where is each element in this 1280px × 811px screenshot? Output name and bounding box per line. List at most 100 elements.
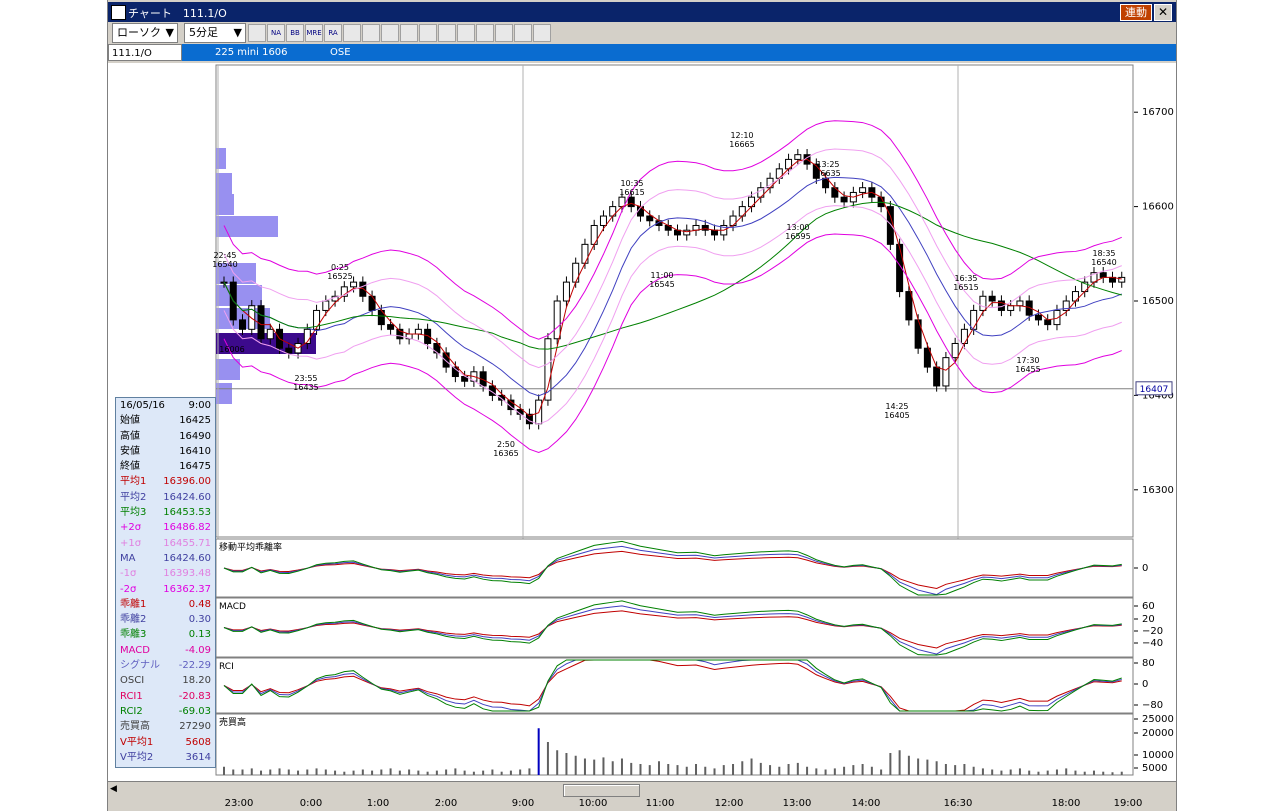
- x-tick-label: 14:00: [851, 798, 881, 809]
- annotation-price: 16615: [619, 188, 644, 197]
- volume-bar: [648, 765, 651, 775]
- ra-icon[interactable]: RA: [324, 24, 342, 42]
- annotation-price: 16665: [729, 140, 754, 149]
- volume-bar: [972, 766, 975, 775]
- candle-body: [1118, 276, 1126, 283]
- info-row: 乖離1 0.48: [116, 597, 215, 612]
- x-tick-label: 2:00: [434, 798, 458, 809]
- annotation-time: 2:50: [497, 440, 515, 449]
- chart-canvas[interactable]: 16700166001650016400163001640722:4516540…: [108, 63, 1176, 781]
- annotation-time: 18:35: [1092, 249, 1115, 258]
- info-label: -1σ: [120, 568, 137, 580]
- x-tick-label: 9:00: [511, 798, 535, 809]
- info-label: RCI1: [120, 690, 143, 702]
- info-value: 16475: [179, 461, 211, 473]
- info-label: 平均1: [120, 476, 147, 488]
- info-value: 18.20: [182, 675, 211, 687]
- volume-tick-label: 10000: [1142, 750, 1174, 761]
- volume-bar: [852, 765, 855, 775]
- volume-bar: [676, 765, 679, 775]
- close-icon[interactable]: ✕: [1154, 4, 1172, 21]
- info-label: +2σ: [120, 522, 142, 534]
- layout-icon[interactable]: [248, 24, 266, 42]
- mre-icon[interactable]: MRE: [305, 24, 323, 42]
- candle-body: [683, 229, 691, 236]
- price-tick-label: 16600: [1142, 202, 1174, 213]
- volume-bar: [426, 771, 429, 775]
- scroll-left-icon[interactable]: ◀: [110, 784, 117, 794]
- volume-bar: [491, 769, 494, 775]
- symbol-field[interactable]: 111.1/O: [108, 44, 182, 61]
- candle-body: [988, 295, 996, 302]
- macd-panel-title: MACD: [219, 602, 246, 612]
- price-tick-label: 16300: [1142, 485, 1174, 496]
- rci-tick-label: 80: [1142, 658, 1155, 669]
- trend-icon[interactable]: [343, 24, 361, 42]
- chart-area[interactable]: 16700 16600 16500 16400 16300 16407 22:45 16540…: [108, 63, 1176, 781]
- volume-bar: [824, 769, 827, 775]
- candle-body: [239, 319, 247, 330]
- volume-bar: [408, 769, 411, 775]
- info-row: RCI2 -69.03: [116, 704, 215, 719]
- info-value: -69.03: [178, 705, 211, 717]
- delete-icon[interactable]: [533, 24, 551, 42]
- candle-body: [350, 281, 358, 288]
- eraser-icon[interactable]: [476, 24, 494, 42]
- zoom-icon[interactable]: [514, 24, 532, 42]
- candle-body: [1034, 314, 1042, 321]
- pen-icon[interactable]: [438, 24, 456, 42]
- na-icon[interactable]: NA: [267, 24, 285, 42]
- annotation-price: 16540: [212, 260, 237, 269]
- info-value: -20.83: [178, 690, 211, 702]
- volume-bar: [944, 764, 947, 775]
- candle-body: [914, 319, 922, 349]
- link-button[interactable]: 連動: [1120, 4, 1152, 21]
- search-icon[interactable]: [381, 24, 399, 42]
- data-info-panel: 16/05/16 9:00 始値 16425 高値 16490 安値 16410 終値 164…: [115, 397, 216, 768]
- horizontal-scrollbar[interactable]: ◀: [108, 781, 1176, 798]
- info-label: 乖離2: [120, 614, 147, 626]
- volume-bar: [806, 766, 809, 775]
- interval-select[interactable]: 5分足 ▼: [184, 23, 246, 43]
- cursor-icon[interactable]: [457, 24, 475, 42]
- candle-body: [711, 229, 719, 236]
- info-value: 5608: [185, 736, 211, 748]
- candle-body: [951, 342, 959, 359]
- select-icon[interactable]: [400, 24, 418, 42]
- info-row: 平均2 16424.60: [116, 490, 215, 505]
- title-bar[interactable]: チャート 111.1/O 連動 ✕: [108, 2, 1176, 22]
- info-label: 終値: [120, 461, 140, 473]
- volume-bar: [574, 755, 577, 775]
- volume-bar: [907, 755, 910, 775]
- info-row: 終値 16475: [116, 459, 215, 474]
- annotation-price: 16006: [219, 345, 244, 354]
- volume-bar: [593, 759, 596, 775]
- copy-icon[interactable]: [495, 24, 513, 42]
- info-row: 乖離2 0.30: [116, 612, 215, 627]
- annotation-price: 16365: [493, 449, 518, 458]
- chart-type-select[interactable]: ローソク ▼: [112, 23, 178, 43]
- range-icon[interactable]: [419, 24, 437, 42]
- volume-bar: [769, 765, 772, 775]
- volume-panel-title: 売買高: [219, 716, 246, 728]
- info-label: OSCI: [120, 675, 145, 687]
- x-tick-label: 19:00: [1113, 798, 1143, 809]
- window-title: チャート 111.1/O: [128, 7, 227, 20]
- annotation-time: 11:00: [650, 271, 673, 280]
- rci-tick-label: −80: [1142, 700, 1163, 711]
- cross-icon[interactable]: [362, 24, 380, 42]
- bb-icon[interactable]: BB: [286, 24, 304, 42]
- x-tick-label: 11:00: [645, 798, 675, 809]
- scroll-thumb[interactable]: [563, 784, 640, 797]
- candle-body: [599, 215, 607, 226]
- annotation-time: 23:55: [294, 374, 317, 383]
- chart-app-icon: [111, 5, 126, 20]
- volume-bar: [991, 769, 994, 775]
- macd-panel-frame: [215, 597, 1134, 658]
- info-label: -2σ: [120, 583, 137, 595]
- volume-bar: [926, 759, 929, 775]
- volume-bar: [389, 768, 392, 775]
- candle-body: [942, 357, 950, 387]
- info-value: 16393.48: [163, 568, 211, 580]
- volume-bar: [1120, 771, 1123, 775]
